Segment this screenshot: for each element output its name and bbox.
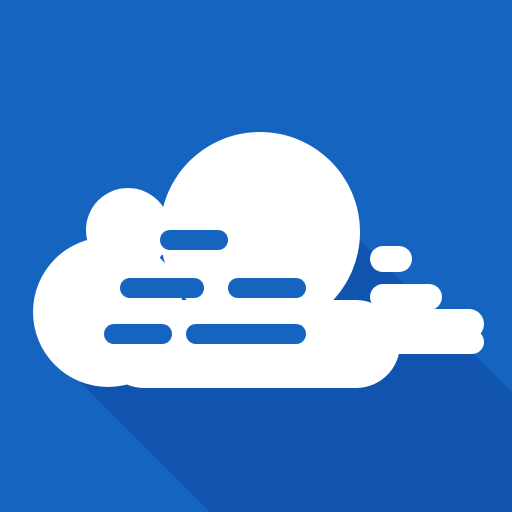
cloud-streak: [370, 246, 412, 272]
cloud-streak: [360, 330, 484, 354]
app-icon-svg: [0, 0, 512, 512]
cloud-stripe: [160, 230, 228, 250]
app-icon: [0, 0, 512, 512]
cloud-stripe: [228, 278, 306, 298]
cloud-stripe: [104, 324, 172, 344]
cloud-stripe: [120, 278, 204, 298]
cloud-stripe: [186, 324, 306, 344]
cloud-streak: [370, 284, 442, 310]
